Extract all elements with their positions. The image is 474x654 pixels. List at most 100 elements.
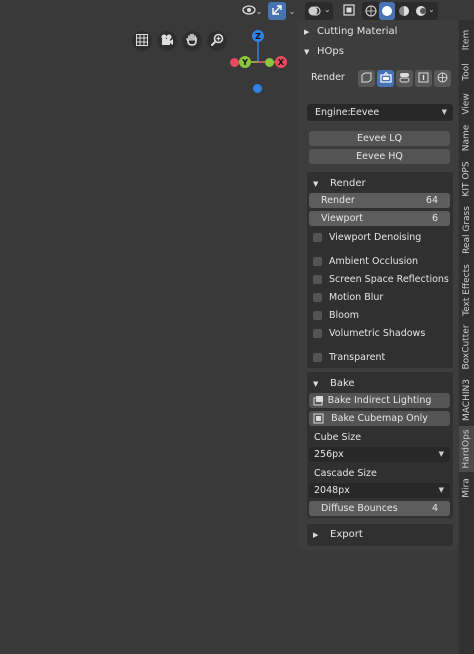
toggle-icon <box>399 72 410 86</box>
overlays-group[interactable]: ⌄ <box>305 2 333 20</box>
cube-icon <box>361 72 372 86</box>
tab-tool[interactable]: Tool <box>459 58 474 86</box>
eevee-hq-button[interactable]: Eevee HQ <box>309 149 450 164</box>
render-row-label: Render <box>311 72 345 83</box>
axis-neg-y-button[interactable] <box>265 58 274 67</box>
checkbox-box <box>313 257 322 266</box>
tab-label: Item <box>461 29 472 51</box>
tab-label: MACHIN3 <box>461 379 472 421</box>
cascade-size-dropdown[interactable]: 2048px ▼ <box>309 483 450 498</box>
axis-neg-x-button[interactable] <box>230 58 239 67</box>
visibility-dropdown[interactable]: ⌄ <box>240 2 264 20</box>
viewport-denoising-checkbox[interactable]: Viewport Denoising <box>313 232 421 243</box>
camera-view-button[interactable] <box>157 31 177 51</box>
transparent-label: Transparent <box>329 352 386 363</box>
checkbox-box <box>313 293 322 302</box>
bake-section-header[interactable]: ▼ Bake <box>313 378 355 389</box>
cutting-material-header[interactable]: ▶ Cutting Material <box>304 26 397 37</box>
render-mode-4[interactable] <box>415 70 432 87</box>
render-section-header[interactable]: ▼ Render <box>313 178 366 189</box>
export-label: Export <box>330 529 363 540</box>
hand-icon <box>186 33 198 49</box>
gizmo-toggle[interactable] <box>268 2 286 20</box>
pan-view-button[interactable] <box>182 31 202 51</box>
solid-icon[interactable] <box>379 2 395 20</box>
viewport-denoising-label: Viewport Denoising <box>329 232 422 243</box>
tab-label: Mira <box>461 478 472 498</box>
diffuse-bounces-label: Diffuse Bounces <box>321 503 398 514</box>
viewport-samples-slider[interactable]: Viewport 6 <box>309 211 450 226</box>
xray-toggle[interactable] <box>341 2 357 20</box>
bloom-checkbox[interactable]: Bloom <box>313 310 359 321</box>
gizmo-dropdown[interactable]: ⌄ <box>287 2 297 20</box>
eevee-lq-button[interactable]: Eevee LQ <box>309 131 450 146</box>
checkbox-box <box>313 275 322 284</box>
tab-kit-ops[interactable]: KIT OPS <box>459 158 474 200</box>
bake-icon <box>313 395 324 409</box>
tab-boxcutter[interactable]: BoxCutter <box>459 322 474 372</box>
settings-box-icon <box>418 72 429 86</box>
cube-size-dropdown[interactable]: 256px ▼ <box>309 447 450 462</box>
ssr-label: Screen Space Reflections <box>329 274 449 285</box>
tab-machin3[interactable]: MACHIN3 <box>459 376 474 424</box>
bake-section-title: Bake <box>330 378 355 389</box>
triangle-down-icon: ▼ <box>313 180 319 188</box>
cubemap-icon <box>313 413 324 427</box>
checkbox-box <box>313 329 322 338</box>
volumetric-shadows-checkbox[interactable]: Volumetric Shadows <box>313 328 425 339</box>
triangle-right-icon: ▶ <box>313 531 319 539</box>
tab-mira[interactable]: Mira <box>459 475 474 501</box>
render-mode-5[interactable] <box>434 70 451 87</box>
cube-size-value: 256px <box>314 449 344 460</box>
chevron-down-icon: ⌄ <box>288 6 296 16</box>
transparent-checkbox[interactable]: Transparent <box>313 352 385 363</box>
tab-label: View <box>461 93 472 115</box>
render-mode-1[interactable] <box>358 70 375 87</box>
tab-name[interactable]: Name <box>459 122 474 154</box>
tab-hardops[interactable]: HardOps <box>459 426 474 472</box>
ambient-occlusion-checkbox[interactable]: Ambient Occlusion <box>313 256 418 267</box>
render-mode-2[interactable] <box>377 70 394 87</box>
grid-view-button[interactable] <box>132 31 152 51</box>
render-icon <box>379 71 392 86</box>
triangle-down-icon: ▼ <box>313 380 319 388</box>
axis-neg-z-button[interactable] <box>253 84 262 93</box>
chevron-down-icon: ⌄ <box>428 5 435 14</box>
bake-indirect-button[interactable]: Bake Indirect Lighting <box>309 393 450 408</box>
bake-cubemap-label: Bake Cubemap Only <box>331 413 428 424</box>
chevron-down-icon: ▼ <box>438 486 444 494</box>
render-section-title: Render <box>330 178 366 189</box>
render-samples-slider[interactable]: Render 64 <box>309 193 450 208</box>
axis-x-button[interactable]: X <box>275 56 287 68</box>
hops-header[interactable]: ▼ HOps <box>304 46 344 57</box>
diffuse-bounces-slider[interactable]: Diffuse Bounces 4 <box>309 501 450 516</box>
axis-z-button[interactable]: Z <box>252 30 264 42</box>
tab-real-grass[interactable]: Real Grass <box>459 204 474 256</box>
cube-size-label: Cube Size <box>314 432 362 443</box>
shading-group[interactable]: ⌄ <box>362 2 438 20</box>
wireframe-icon[interactable] <box>365 5 377 20</box>
tab-label: Real Grass <box>461 206 472 254</box>
viewport-samples-value: 6 <box>431 213 438 224</box>
chevron-down-icon: ⌄ <box>255 6 263 16</box>
render-mode-3[interactable] <box>396 70 413 87</box>
tab-item[interactable]: Item <box>459 24 474 56</box>
export-section-header[interactable]: ▶ Export <box>313 529 363 540</box>
triangle-down-icon: ▼ <box>304 48 310 56</box>
bake-cubemap-button[interactable]: Bake Cubemap Only <box>309 411 450 426</box>
tab-view[interactable]: View <box>459 88 474 120</box>
volumetric-shadows-label: Volumetric Shadows <box>329 328 426 339</box>
eye-icon <box>241 4 256 18</box>
motion-blur-label: Motion Blur <box>329 292 384 303</box>
ssr-checkbox[interactable]: Screen Space Reflections <box>313 274 449 285</box>
overlays-icon <box>308 5 321 20</box>
engine-selector[interactable]: Engine: Eevee ▼ <box>307 104 453 121</box>
checkbox-box <box>313 311 322 320</box>
rendered-icon[interactable] <box>415 5 427 20</box>
tab-text-effects[interactable]: Text Effects <box>459 260 474 320</box>
checkbox-box <box>313 353 322 362</box>
zoom-view-button[interactable] <box>207 31 227 51</box>
axis-y-button[interactable]: Y <box>239 56 251 68</box>
material-icon[interactable] <box>398 5 410 20</box>
motion-blur-checkbox[interactable]: Motion Blur <box>313 292 383 303</box>
